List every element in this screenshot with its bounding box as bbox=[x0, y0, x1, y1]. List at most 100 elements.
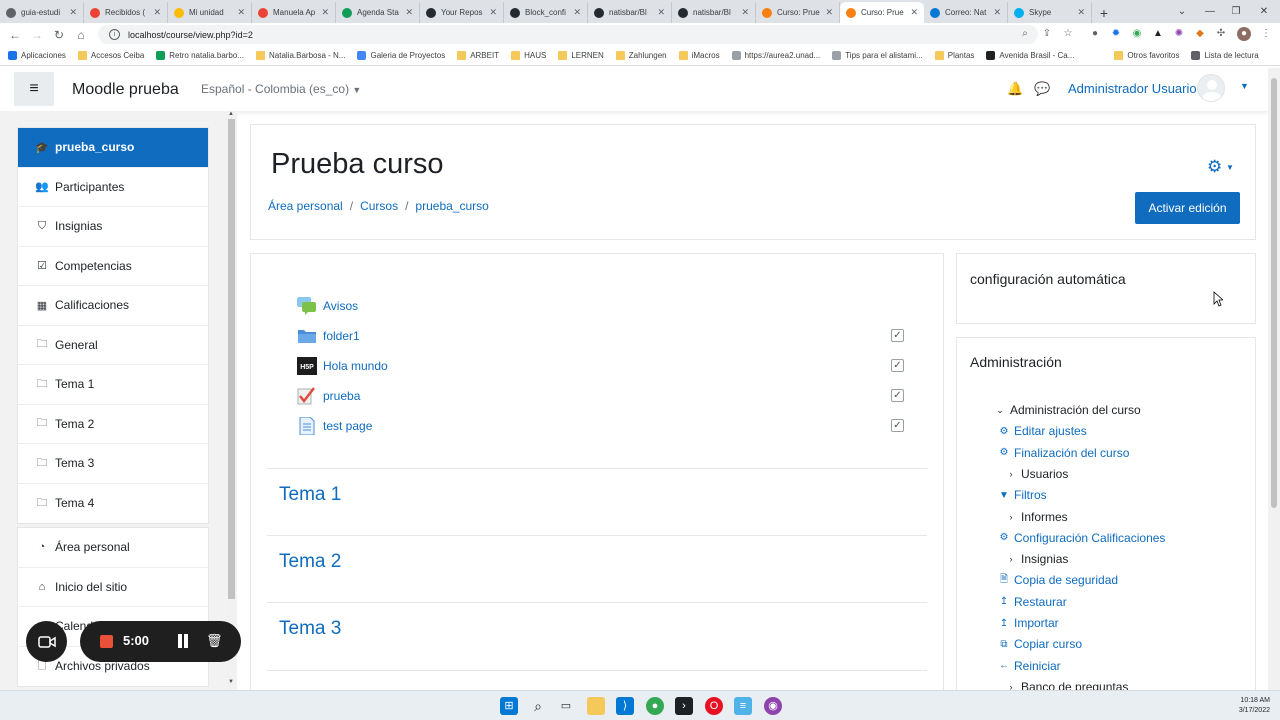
terminal-icon[interactable]: › bbox=[675, 697, 693, 715]
task-view-icon[interactable]: ▭ bbox=[557, 697, 575, 715]
close-tab-icon[interactable]: ✕ bbox=[993, 7, 1001, 18]
admin-item-editar-ajustes[interactable]: ⚙ Editar ajustes bbox=[998, 421, 1087, 441]
file-explorer-icon[interactable] bbox=[587, 697, 605, 715]
admin-item-configuración-calificaciones[interactable]: ⚙ Configuración Calificaciones bbox=[998, 528, 1166, 548]
share-icon[interactable]: ⇪ bbox=[1040, 27, 1054, 41]
recorder-camera-button[interactable] bbox=[26, 621, 67, 662]
messages-chat-icon[interactable]: 💬 bbox=[1034, 81, 1050, 97]
nav-item-folder[interactable]: 🗀 Tema 2 bbox=[18, 405, 208, 444]
completion-checkbox[interactable]: ✓ bbox=[891, 359, 904, 372]
vscode-icon[interactable]: ⟩ bbox=[616, 697, 634, 715]
address-bar[interactable]: i localhost/course/view.php?id=2 bbox=[98, 25, 1038, 44]
bookmark-item[interactable]: Lista de lectura bbox=[1191, 51, 1259, 60]
nav-item-check-square[interactable]: ☑ Competencias bbox=[18, 247, 208, 286]
activity-avisos[interactable]: Avisos bbox=[297, 295, 358, 317]
stop-recording-button[interactable] bbox=[100, 635, 113, 648]
restore-icon[interactable]: ❐ bbox=[1222, 0, 1250, 23]
bookmark-item[interactable]: HAUS bbox=[511, 51, 546, 60]
github-extension-icon[interactable]: ● bbox=[1088, 27, 1102, 41]
admin-item-copia-de-seguridad[interactable]: 🗎 Copia de seguridad bbox=[998, 570, 1118, 590]
close-tab-icon[interactable]: ✕ bbox=[69, 7, 77, 18]
drawer-scrollbar[interactable]: ▲ ▼ bbox=[227, 111, 236, 690]
section-title-1[interactable]: Tema 1 bbox=[279, 484, 341, 506]
bookmark-item[interactable]: iMacros bbox=[678, 51, 720, 60]
close-tab-icon[interactable]: ✕ bbox=[573, 7, 581, 18]
nav-item-folder[interactable]: 🗀 Tema 1 bbox=[18, 365, 208, 405]
admin-item-reiniciar[interactable]: ← Reiniciar bbox=[998, 656, 1061, 676]
bookmark-item[interactable]: Retro natalia.barbo... bbox=[156, 51, 244, 60]
close-tab-icon[interactable]: ✕ bbox=[741, 7, 749, 18]
section-title-2[interactable]: Tema 2 bbox=[279, 551, 341, 573]
activity-hola-mundo[interactable]: H5P Hola mundo bbox=[297, 355, 388, 377]
browser-tab[interactable]: Agenda Sta ✕ bbox=[336, 2, 420, 23]
admin-item-usuarios[interactable]: › Usuarios bbox=[1005, 464, 1069, 484]
browser-tab[interactable]: natisbar/Bl ✕ bbox=[672, 2, 756, 23]
drawer-scroll-down-icon[interactable]: ▼ bbox=[228, 679, 234, 685]
bookmark-item[interactable]: ARBEIT bbox=[457, 51, 499, 60]
close-tab-icon[interactable]: ✕ bbox=[1077, 7, 1085, 18]
bookmark-item[interactable]: https://aurea2.unad... bbox=[731, 51, 820, 60]
admin-item-copiar-curso[interactable]: ⧉ Copiar curso bbox=[998, 634, 1082, 654]
opera-icon[interactable]: O bbox=[705, 697, 723, 715]
turn-editing-on-button[interactable]: Activar edición bbox=[1135, 192, 1240, 224]
browser-tab[interactable]: Recibidos (✕ bbox=[84, 2, 168, 23]
bookmark-item[interactable]: Galeria de Proyectos bbox=[357, 51, 445, 60]
bookmark-star-icon[interactable]: ☆ bbox=[1061, 27, 1075, 41]
extensions-puzzle-icon[interactable]: ✣ bbox=[1214, 27, 1228, 41]
browser-tab[interactable]: guia-estudi ✕ bbox=[0, 2, 84, 23]
user-name[interactable]: Administrador Usuario bbox=[1068, 81, 1197, 96]
drawer-scroll-up-icon[interactable]: ▲ bbox=[228, 111, 234, 117]
minimize-icon[interactable]: — bbox=[1196, 0, 1224, 23]
bookmark-item[interactable]: LERNEN bbox=[558, 51, 604, 60]
close-window-icon[interactable]: ✕ bbox=[1250, 0, 1278, 23]
site-name[interactable]: Moodle prueba bbox=[72, 81, 179, 99]
admin-item-administración-del-curso[interactable]: ⌄ Administración del curso bbox=[994, 400, 1141, 420]
nav-item-folder[interactable]: 🗀 Tema 4 bbox=[18, 484, 208, 524]
browser-tab[interactable]: Skype ✕ bbox=[1008, 2, 1092, 23]
browser-tab[interactable]: Your Repos ✕ bbox=[420, 2, 504, 23]
windows-start-icon[interactable]: ⊞ bbox=[500, 697, 518, 715]
bookmark-item[interactable]: Aplicaciones bbox=[8, 51, 66, 60]
completion-checkbox[interactable]: ✓ bbox=[891, 389, 904, 402]
extension-chrome-icon[interactable]: ◉ bbox=[1130, 27, 1144, 41]
reload-icon[interactable]: ↻ bbox=[48, 25, 70, 45]
admin-item-importar[interactable]: ↥ Importar bbox=[998, 613, 1059, 633]
browser-tab[interactable]: Block_confi ✕ bbox=[504, 2, 588, 23]
trash-icon[interactable]: 🗑 bbox=[206, 633, 223, 649]
activity-test-page[interactable]: test page bbox=[297, 415, 372, 437]
extension-angular-icon[interactable]: ▲ bbox=[1151, 27, 1165, 41]
bookmark-item[interactable]: Zahlungen bbox=[615, 51, 667, 60]
close-tab-icon[interactable]: ✕ bbox=[237, 7, 245, 18]
nav-item-folder[interactable]: 🗀 General bbox=[18, 326, 208, 365]
home-icon[interactable]: ⌂ bbox=[70, 25, 92, 45]
pause-icon[interactable] bbox=[177, 634, 189, 648]
breadcrumb-item-cursos[interactable]: Cursos bbox=[360, 199, 398, 213]
tab-search-icon[interactable]: ⌄ bbox=[1168, 0, 1196, 23]
forward-icon[interactable]: → bbox=[26, 25, 48, 45]
drawer-scrollbar-thumb[interactable] bbox=[228, 119, 235, 599]
back-icon[interactable]: ← bbox=[4, 25, 26, 45]
language-menu[interactable]: Español - Colombia (es_co) ▼ bbox=[201, 82, 361, 96]
nav-item-shield[interactable]: ⛉ Insignias bbox=[18, 207, 208, 247]
nav-item-dashboard[interactable]: ◔ Área personal bbox=[18, 528, 208, 568]
completion-checkbox[interactable]: ✓ bbox=[891, 329, 904, 342]
bookmark-item[interactable]: Accesos Ceiba bbox=[77, 51, 144, 60]
page-scrollbar[interactable] bbox=[1268, 68, 1280, 690]
profile-icon[interactable]: ● bbox=[1237, 27, 1251, 41]
close-tab-icon[interactable]: ✕ bbox=[153, 7, 161, 18]
notifications-bell-icon[interactable]: 🔔 bbox=[1007, 81, 1023, 97]
bookmark-item[interactable]: Natalia.Barbosa - N... bbox=[256, 51, 345, 60]
podcast-icon[interactable]: ◉ bbox=[764, 697, 782, 715]
extension-blue-icon[interactable]: ✹ bbox=[1109, 27, 1123, 41]
close-tab-icon[interactable]: ✕ bbox=[657, 7, 665, 18]
completion-checkbox[interactable]: ✓ bbox=[891, 419, 904, 432]
zoom-icon[interactable]: ⌕ bbox=[1018, 27, 1032, 41]
browser-menu-icon[interactable]: ⋮ bbox=[1259, 27, 1273, 41]
avatar[interactable] bbox=[1197, 74, 1225, 102]
section-title-3[interactable]: Tema 3 bbox=[279, 618, 341, 640]
close-tab-icon[interactable]: ✕ bbox=[825, 7, 833, 18]
browser-tab[interactable]: Mi unidad ✕ bbox=[168, 2, 252, 23]
activity-folder1[interactable]: folder1 bbox=[297, 325, 360, 347]
new-tab-button[interactable]: + bbox=[1092, 2, 1116, 23]
nav-item-table[interactable]: ▦ Calificaciones bbox=[18, 286, 208, 326]
